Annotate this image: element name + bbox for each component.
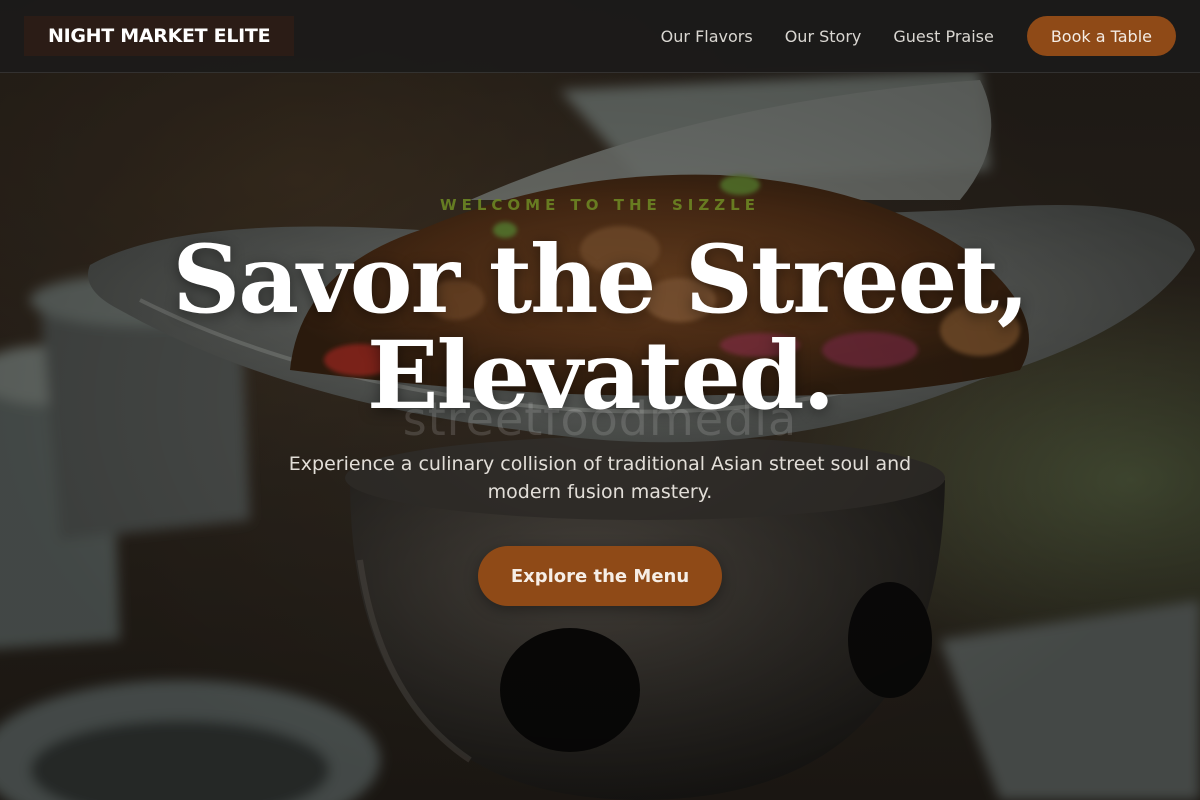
brand-logo[interactable]: NIGHT MARKET ELITE <box>24 16 295 56</box>
explore-menu-button[interactable]: Explore the Menu <box>478 546 722 606</box>
book-a-table-button[interactable]: Book a Table <box>1026 16 1176 56</box>
hero-headline: Savor the Street, Elevated. <box>0 232 1200 424</box>
hero-headline-line-1: Savor the Street, <box>172 225 1029 335</box>
hero-eyebrow: WELCOME TO THE SIZZLE <box>440 196 760 214</box>
nav-link-our-story[interactable]: Our Story <box>785 27 862 46</box>
hero-subheadline: Experience a culinary collision of tradi… <box>288 453 912 503</box>
hero-headline-line-2: Elevated. <box>366 321 835 431</box>
nav-link-guest-praise[interactable]: Guest Praise <box>893 27 993 46</box>
nav-link-our-flavors[interactable]: Our Flavors <box>661 27 753 46</box>
nav-links: Our Flavors Our Story Guest Praise Book … <box>629 16 1176 56</box>
top-navigation-bar: NIGHT MARKET ELITE Our Flavors Our Story… <box>0 0 1200 73</box>
